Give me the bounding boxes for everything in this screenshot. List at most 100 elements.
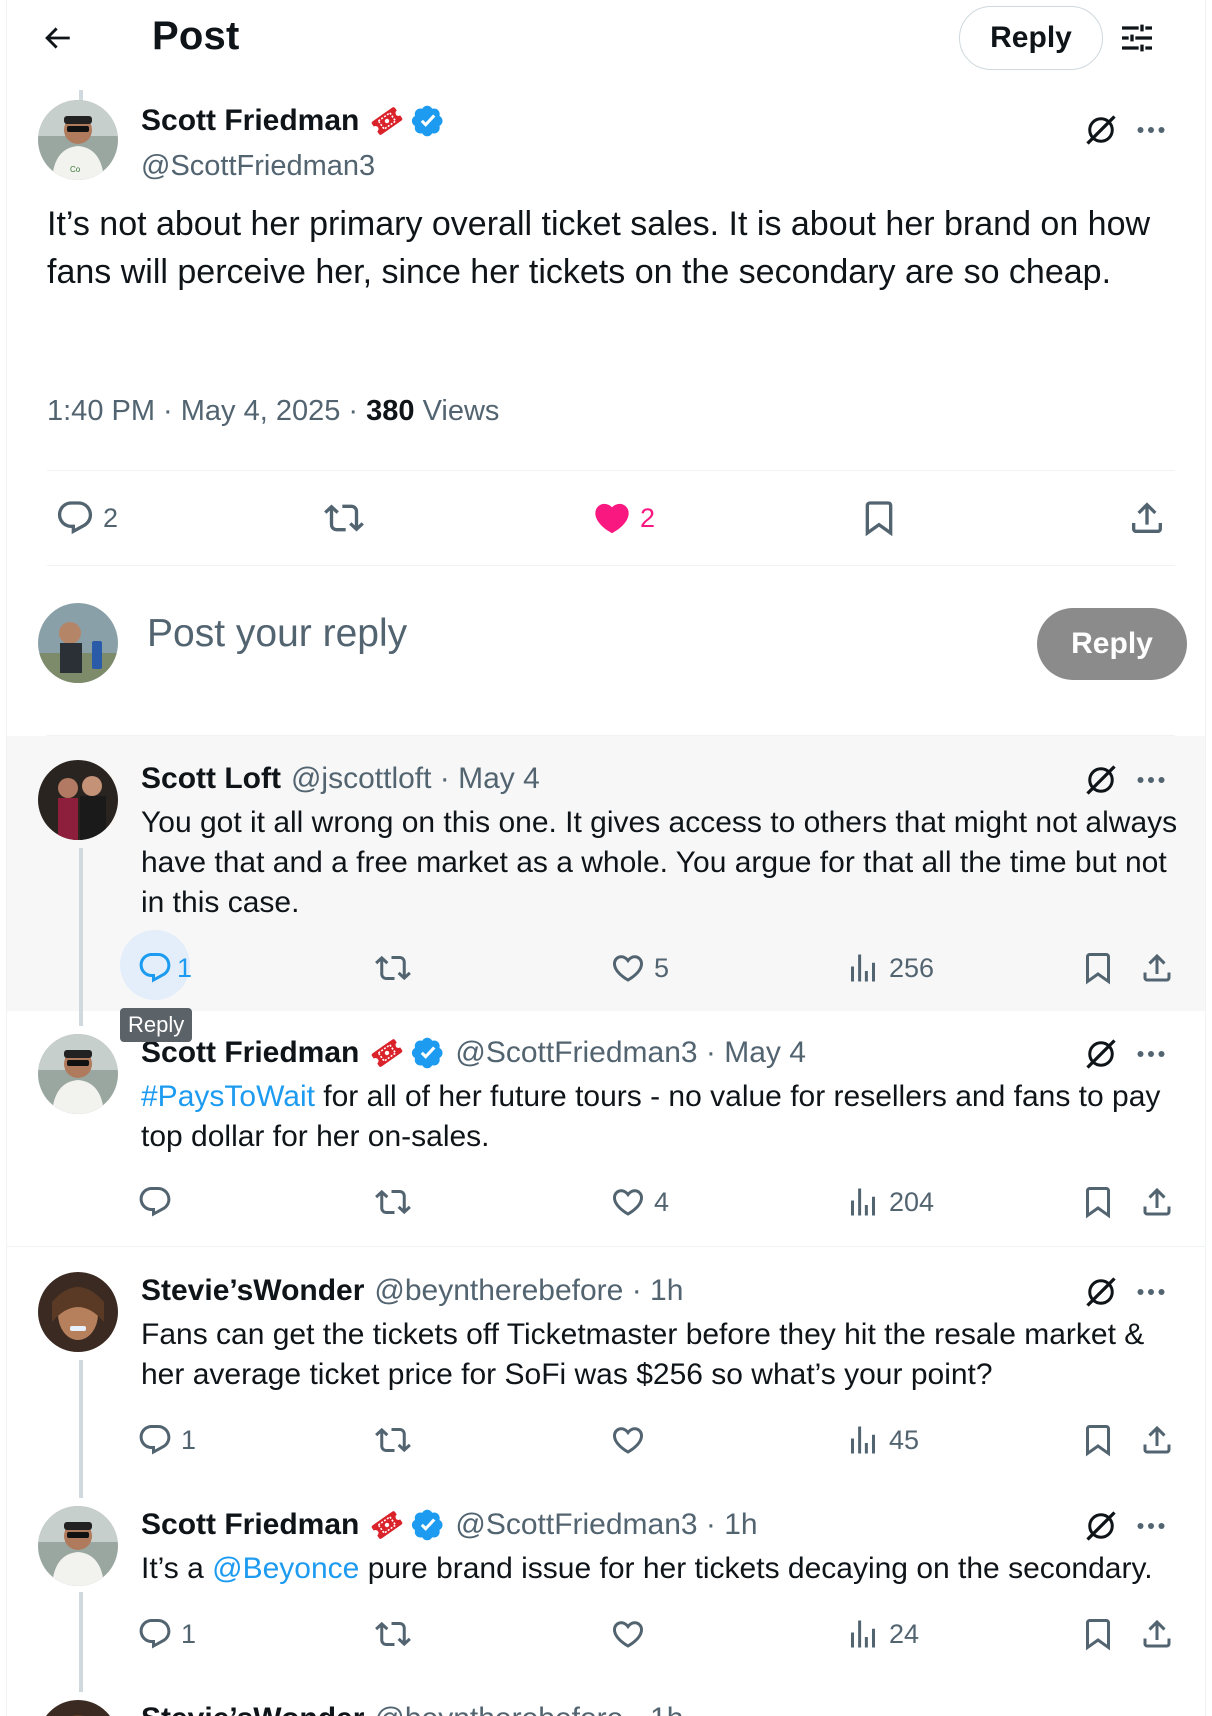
divider — [47, 470, 1175, 471]
reply-author-name[interactable]: Stevie’sWonder — [141, 1702, 364, 1716]
repost-action[interactable] — [375, 1616, 411, 1652]
back-button[interactable] — [35, 16, 79, 60]
more-options-icon[interactable] — [1133, 1036, 1169, 1072]
hashtag-link[interactable]: #PaysToWait — [141, 1080, 315, 1113]
author-name[interactable]: Scott Friedman — [141, 104, 359, 138]
avatar[interactable]: Co — [38, 100, 118, 180]
reply-icon — [137, 1616, 173, 1652]
divider — [7, 1246, 1205, 1247]
more-options-icon[interactable] — [1133, 762, 1169, 798]
avatar-photo — [38, 1034, 118, 1114]
repost-action[interactable] — [375, 950, 411, 986]
grok-icon[interactable] — [1083, 1036, 1119, 1072]
like-action[interactable]: 5 — [610, 950, 669, 986]
repost-icon — [375, 1616, 411, 1652]
like-action[interactable] — [610, 1422, 646, 1458]
avatar-photo — [38, 1272, 118, 1352]
reply-author-name[interactable]: Stevie’sWonder — [141, 1274, 364, 1308]
grok-icon[interactable] — [1083, 1508, 1119, 1544]
composer-reply-button[interactable]: Reply — [1037, 608, 1187, 680]
repost-action[interactable] — [324, 498, 364, 538]
share-action[interactable] — [1139, 1422, 1175, 1458]
views-action[interactable]: 256 — [845, 950, 934, 986]
ticket-badge-icon — [369, 1037, 405, 1069]
reply-text-before: It’s a — [141, 1552, 213, 1585]
grok-icon[interactable] — [1083, 1274, 1119, 1310]
share-action[interactable] — [1127, 498, 1167, 538]
page-title: Post — [152, 14, 240, 58]
bookmark-icon — [859, 498, 899, 538]
mention-link[interactable]: @Beyonce — [212, 1552, 359, 1585]
more-options-icon[interactable] — [1133, 1508, 1169, 1544]
more-options-icon[interactable] — [1133, 112, 1169, 148]
reply-input[interactable]: Post your reply — [147, 612, 407, 656]
reply-author-name[interactable]: Scott Friedman — [141, 1508, 359, 1542]
share-icon — [1127, 498, 1167, 538]
reply-handle-date[interactable]: @ScottFriedman3 · May 4 — [455, 1036, 806, 1070]
like-action[interactable] — [610, 1616, 646, 1652]
reply-actions: 1 5 256 — [7, 940, 1206, 1000]
reply-text: #PaysToWait for all of her future tours … — [141, 1077, 1181, 1157]
reply-action[interactable] — [137, 1184, 173, 1220]
bookmark-action[interactable] — [859, 498, 899, 538]
share-icon — [1139, 1184, 1175, 1220]
reply-author-row: Stevie’sWonder @beyntherebefore · 1h — [141, 1702, 683, 1716]
repost-icon — [375, 1184, 411, 1220]
post-text: It’s not about her primary overall ticke… — [47, 205, 1151, 291]
avatar[interactable] — [38, 760, 118, 840]
views-action[interactable]: 24 — [845, 1616, 919, 1652]
bookmark-action[interactable] — [1080, 1616, 1116, 1652]
more-options-icon[interactable] — [1133, 1274, 1169, 1310]
avatar-photo — [38, 1700, 118, 1716]
share-action[interactable] — [1139, 950, 1175, 986]
views-count: 45 — [889, 1424, 920, 1455]
reply-action[interactable]: 1 — [137, 950, 192, 986]
divider — [47, 565, 1175, 566]
reply-action[interactable]: 2 — [55, 498, 118, 538]
avatar[interactable] — [38, 1700, 118, 1716]
bookmark-action[interactable] — [1080, 1422, 1116, 1458]
avatar[interactable] — [38, 1272, 118, 1352]
share-action[interactable] — [1139, 1616, 1175, 1652]
reply-author-row: Scott Loft @jscottloft · May 4 — [141, 762, 540, 796]
reply-actions: 1 45 — [7, 1412, 1206, 1472]
avatar[interactable] — [38, 1506, 118, 1586]
like-action[interactable]: 2 — [592, 498, 655, 538]
like-action[interactable]: 4 — [610, 1184, 669, 1220]
svg-text:Co: Co — [70, 165, 81, 174]
share-action[interactable] — [1139, 1184, 1175, 1220]
views-icon — [845, 1616, 881, 1652]
header-reply-button[interactable]: Reply — [959, 6, 1103, 70]
bookmark-action[interactable] — [1080, 1184, 1116, 1220]
reply-author-row: Scott Friedman @ScottFriedman3 · May 4 — [141, 1036, 806, 1070]
avatar[interactable] — [38, 1034, 118, 1114]
reply-author-row: Scott Friedman @ScottFriedman3 · 1h — [141, 1508, 758, 1542]
reply-handle-date[interactable]: @ScottFriedman3 · 1h — [455, 1508, 757, 1542]
avatar-photo — [38, 1506, 118, 1586]
sliders-icon[interactable] — [1117, 18, 1157, 58]
reply-tooltip: Reply — [120, 1008, 193, 1042]
verified-badge-icon — [411, 104, 445, 138]
reply-action[interactable]: 1 — [137, 1422, 196, 1458]
grok-icon[interactable] — [1083, 112, 1119, 148]
reply-handle-date[interactable]: @jscottloft · May 4 — [291, 762, 540, 796]
views-action[interactable]: 204 — [845, 1184, 934, 1220]
grok-icon[interactable] — [1083, 762, 1119, 798]
repost-action[interactable] — [375, 1422, 411, 1458]
ticket-badge-icon — [369, 105, 405, 137]
reply-handle-date[interactable]: @beyntherebefore · 1h — [374, 1702, 683, 1716]
post-timestamp[interactable]: 1:40 PM · May 4, 2025 · — [47, 395, 366, 427]
views-count: 24 — [889, 1618, 920, 1649]
reply-text: You got it all wrong on this one. It giv… — [141, 806, 1178, 919]
reply-handle-date[interactable]: @beyntherebefore · 1h — [374, 1274, 683, 1308]
views-action[interactable]: 45 — [845, 1422, 919, 1458]
reply-text-after: pure brand issue for her tickets decayin… — [359, 1552, 1153, 1585]
repost-action[interactable] — [375, 1184, 411, 1220]
bookmark-action[interactable] — [1080, 950, 1116, 986]
reply-action[interactable]: 1 — [137, 1616, 196, 1652]
back-arrow-icon — [45, 27, 70, 49]
author-handle[interactable]: @ScottFriedman3 — [141, 150, 375, 183]
ticket-badge-icon — [369, 1509, 405, 1541]
reply-author-name[interactable]: Scott Loft — [141, 762, 281, 796]
heart-icon — [610, 950, 646, 986]
